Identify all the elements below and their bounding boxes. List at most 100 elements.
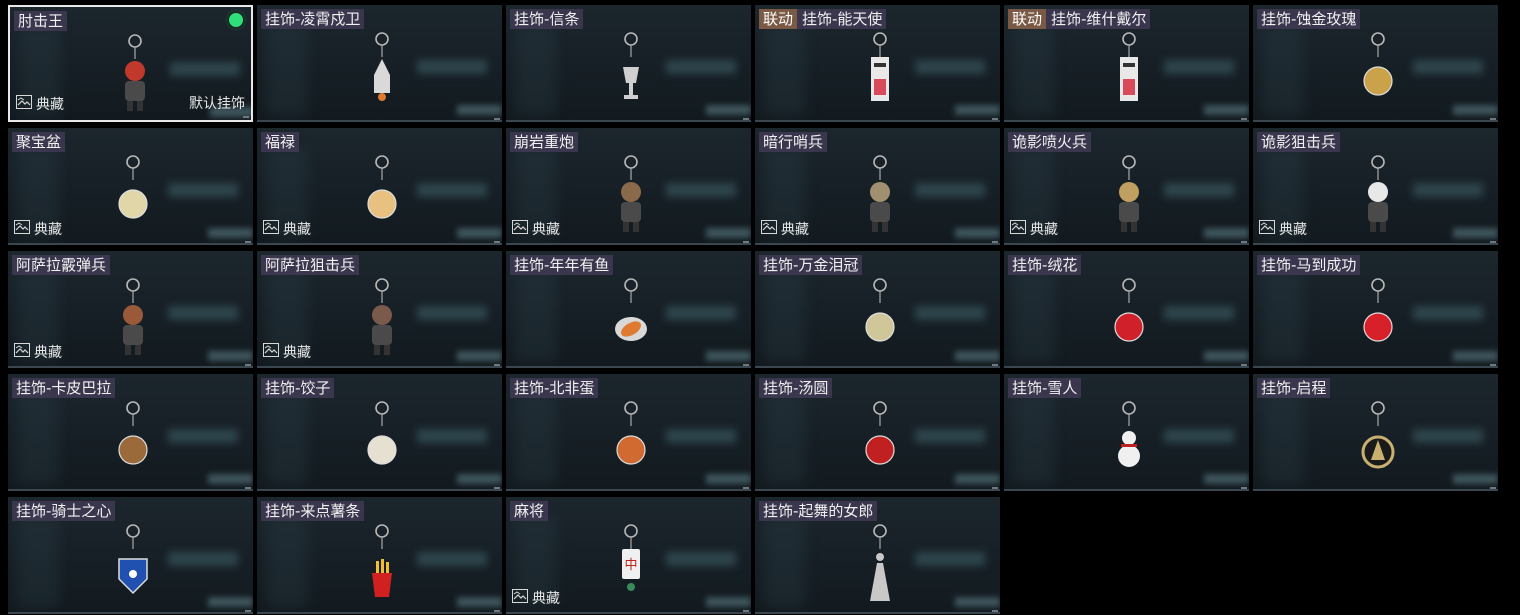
charm-card[interactable]: 挂饰-蚀金玫瑰	[1253, 5, 1498, 122]
charm-name-label: 崩岩重炮	[510, 132, 579, 152]
collection-icon	[263, 220, 283, 238]
charm-name-label: 挂饰-雪人	[1008, 378, 1082, 398]
collection-icon	[512, 220, 532, 238]
charm-card[interactable]: 挂饰-来点薯条	[257, 497, 502, 614]
charm-card[interactable]: 阿萨拉狙击兵 典藏	[257, 251, 502, 368]
card-underline	[755, 489, 1000, 491]
charm-name: 挂饰-凌霄戍卫	[265, 10, 361, 28]
collection-badge: 典藏	[1259, 220, 1307, 238]
svg-text:中: 中	[624, 558, 637, 573]
corner-mark	[1241, 118, 1247, 120]
charm-name-label: 挂饰-万金泪冠	[759, 255, 863, 275]
charm-name-label: 挂饰-年年有鱼	[510, 255, 614, 275]
charm-name-label: 麻将	[510, 501, 549, 521]
card-underline	[506, 120, 751, 122]
collab-badge: 联动	[1008, 9, 1047, 29]
charm-card[interactable]: 挂饰-年年有鱼	[506, 251, 751, 368]
charm-name-label: 暗行哨兵	[759, 132, 828, 152]
charm-card[interactable]: 挂饰-启程	[1253, 374, 1498, 491]
charm-card[interactable]: 挂饰-起舞的女郎	[755, 497, 1000, 614]
card-underline	[1004, 366, 1249, 368]
charm-card[interactable]: 阿萨拉霰弹兵 典藏	[8, 251, 253, 368]
corner-mark	[1241, 241, 1247, 243]
charm-name-label: 挂饰-启程	[1257, 378, 1331, 398]
charm-name: 福禄	[265, 133, 296, 151]
charm-name: 挂饰-饺子	[265, 379, 331, 397]
collection-badge: 典藏	[14, 343, 62, 361]
charm-card[interactable]: 挂饰-凌霄戍卫	[257, 5, 502, 122]
charm-card[interactable]: 挂饰-骑士之心	[8, 497, 253, 614]
charm-name-label: 肘击王	[14, 11, 68, 31]
charm-name: 挂饰-能天使	[802, 10, 883, 28]
charm-card[interactable]: 联动 挂饰-能天使	[755, 5, 1000, 122]
collection-icon	[512, 589, 532, 607]
corner-mark	[245, 364, 251, 366]
charm-card[interactable]: 暗行哨兵 典藏	[755, 128, 1000, 245]
charm-name: 挂饰-马到成功	[1261, 256, 1357, 274]
collection-icon	[1010, 220, 1030, 238]
corner-mark	[245, 241, 251, 243]
charm-card[interactable]: 挂饰-信条	[506, 5, 751, 122]
charm-card[interactable]: 挂饰-绒花	[1004, 251, 1249, 368]
collection-icon	[1259, 220, 1279, 238]
charm-card[interactable]: 挂饰-北非蛋	[506, 374, 751, 491]
card-underline	[755, 120, 1000, 122]
card-underline	[1004, 489, 1249, 491]
collection-label: 典藏	[532, 222, 560, 238]
charm-name-label: 挂饰-饺子	[261, 378, 335, 398]
collection-badge: 典藏	[263, 220, 311, 238]
card-underline	[1253, 489, 1498, 491]
charm-card[interactable]: 挂饰-汤圆	[755, 374, 1000, 491]
card-underline	[506, 489, 751, 491]
charm-card[interactable]: 福禄 典藏	[257, 128, 502, 245]
collection-badge: 典藏	[761, 220, 809, 238]
card-underline	[8, 489, 253, 491]
charm-name: 挂饰-雪人	[1012, 379, 1078, 397]
charm-card[interactable]: 诡影狙击兵 典藏	[1253, 128, 1498, 245]
charm-name-label: 聚宝盆	[12, 132, 66, 152]
card-underline	[506, 612, 751, 614]
charm-name-label: 挂饰-蚀金玫瑰	[1257, 9, 1361, 29]
collection-label: 典藏	[34, 222, 62, 238]
corner-mark	[245, 487, 251, 489]
charm-name: 挂饰-启程	[1261, 379, 1327, 397]
corner-mark	[992, 610, 998, 612]
corner-mark	[1490, 487, 1496, 489]
charm-card[interactable]: 挂饰-雪人	[1004, 374, 1249, 491]
collection-badge: 典藏	[16, 95, 64, 113]
charm-card[interactable]: 肘击王 典藏 默认挂饰	[8, 5, 253, 122]
charm-card[interactable]: 崩岩重炮 典藏	[506, 128, 751, 245]
corner-mark	[992, 118, 998, 120]
corner-mark	[743, 241, 749, 243]
charm-card[interactable]: 麻将中典藏	[506, 497, 751, 614]
card-underline	[1004, 243, 1249, 245]
charm-name: 挂饰-维什戴尔	[1051, 10, 1147, 28]
charm-card[interactable]: 挂饰-万金泪冠	[755, 251, 1000, 368]
charm-card[interactable]: 聚宝盆典藏	[8, 128, 253, 245]
charm-name-label: 挂饰-马到成功	[1257, 255, 1361, 275]
card-underline	[257, 120, 502, 122]
charm-name-label: 阿萨拉狙击兵	[261, 255, 360, 275]
charm-name: 挂饰-汤圆	[763, 379, 829, 397]
charm-card[interactable]: 诡影喷火兵 典藏	[1004, 128, 1249, 245]
charm-card[interactable]: 挂饰-卡皮巴拉	[8, 374, 253, 491]
charm-name-label: 诡影喷火兵	[1008, 132, 1092, 152]
card-underline	[506, 243, 751, 245]
charm-card[interactable]: 挂饰-饺子	[257, 374, 502, 491]
card-underline	[257, 489, 502, 491]
charm-card[interactable]: 联动 挂饰-维什戴尔	[1004, 5, 1249, 122]
charm-name: 挂饰-起舞的女郎	[763, 502, 874, 520]
charm-name: 肘击王	[18, 12, 64, 30]
card-underline	[755, 243, 1000, 245]
charm-name-label: 挂饰-卡皮巴拉	[12, 378, 116, 398]
corner-mark	[743, 487, 749, 489]
charm-name-label: 挂饰-汤圆	[759, 378, 833, 398]
collection-badge: 典藏	[512, 220, 560, 238]
card-underline	[8, 366, 253, 368]
card-underline	[8, 612, 253, 614]
charm-card[interactable]: 挂饰-马到成功	[1253, 251, 1498, 368]
charm-name: 挂饰-年年有鱼	[514, 256, 610, 274]
charm-name: 挂饰-骑士之心	[16, 502, 112, 520]
corner-mark	[494, 241, 500, 243]
collection-badge: 典藏	[512, 589, 560, 607]
